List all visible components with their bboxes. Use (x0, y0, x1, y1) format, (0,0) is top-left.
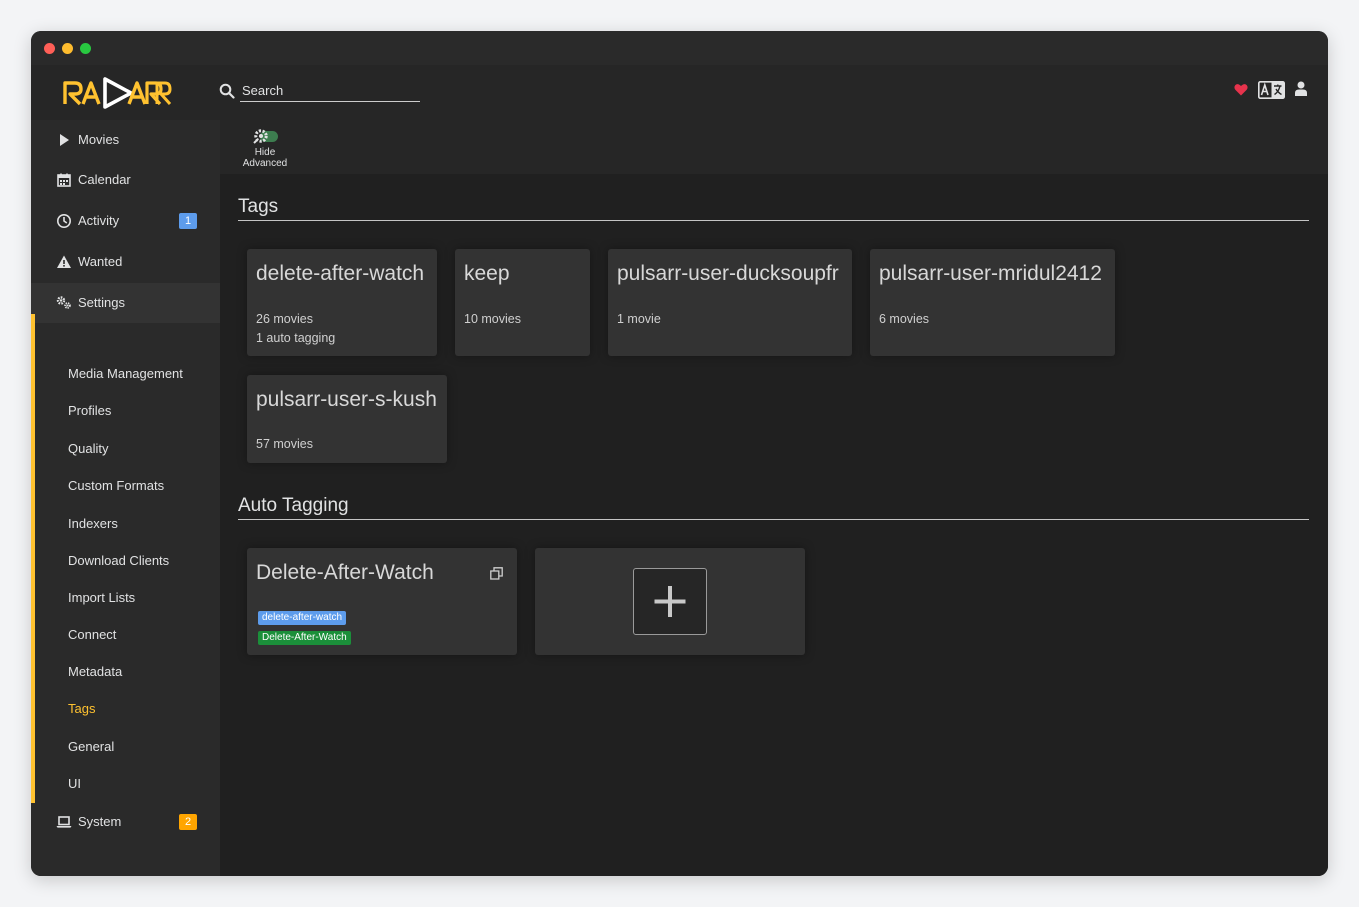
settings-active-indicator (31, 314, 35, 803)
sidebar-item-label: Settings (78, 295, 125, 310)
tag-name: pulsarr-user-mridul2412 (879, 262, 1102, 285)
tag-card-pulsarr-user-mridul2412[interactable]: pulsarr-user-mridul2412 6 movies (870, 249, 1115, 356)
tag-movie-count: 10 movies (464, 312, 521, 326)
tag-name: delete-after-watch (256, 262, 425, 285)
title-bar (31, 31, 1328, 65)
tag-movie-count: 57 movies (256, 437, 313, 451)
settings-item-quality[interactable]: Quality (68, 441, 108, 456)
sidebar-item-label: System (78, 814, 122, 829)
tags-section-title: Tags (238, 196, 279, 217)
tag-movie-count: 6 movies (879, 312, 930, 326)
tag-movie-count: 1 movie (617, 312, 661, 326)
hide-advanced-button[interactable]: Hide Advanced (232, 126, 298, 170)
translate-icon[interactable] (1258, 81, 1285, 99)
settings-item-import-lists[interactable]: Import Lists (68, 590, 135, 605)
page-content: Tags delete-after-watch 26 movies 1 auto… (220, 174, 1328, 876)
add-auto-tagging-button[interactable] (633, 568, 707, 635)
add-auto-tagging-card[interactable] (535, 548, 805, 655)
minimize-window-button[interactable] (62, 43, 73, 54)
tag-auto-tagging-count: 1 auto tagging (256, 331, 336, 345)
sidebar-item-label: Calendar (78, 172, 131, 187)
section-divider (238, 519, 1309, 520)
tag-card-keep[interactable]: keep 10 movies (455, 249, 590, 356)
auto-tagging-section-title: Auto Tagging (238, 495, 349, 516)
tag-label: delete-after-watch (258, 611, 347, 625)
close-window-button[interactable] (44, 43, 55, 54)
clock-icon (57, 214, 71, 228)
sidebar: Movies Calendar Activity 1 Wanted Settin… (31, 120, 220, 876)
sidebar-item-activity[interactable]: Activity 1 (31, 201, 220, 241)
tag-name: keep (464, 262, 510, 285)
settings-item-media-management[interactable]: Media Management (68, 366, 183, 381)
settings-item-custom-formats[interactable]: Custom Formats (68, 478, 164, 493)
warning-icon (57, 255, 71, 268)
queue-count-badge: 1 (179, 213, 197, 229)
sidebar-item-label: Activity (78, 213, 120, 228)
play-icon (60, 134, 69, 146)
tag-card-pulsarr-user-ducksoupfr[interactable]: pulsarr-user-ducksoupfr 1 movie (608, 249, 852, 356)
settings-item-connect[interactable]: Connect (68, 627, 116, 642)
sidebar-item-movies[interactable]: Movies (31, 120, 220, 160)
advanced-settings-toggle-icon (253, 129, 278, 144)
sidebar-item-settings[interactable]: Settings (31, 283, 220, 323)
specification-label: Delete-After-Watch (258, 631, 351, 645)
tag-card-pulsarr-user-s-kush[interactable]: pulsarr-user-s-kush 57 movies (247, 375, 447, 463)
cogs-icon (56, 296, 71, 309)
sidebar-item-calendar[interactable]: Calendar (31, 160, 220, 200)
laptop-icon (56, 816, 72, 828)
tag-card-delete-after-watch[interactable]: delete-after-watch 26 movies 1 auto tagg… (247, 249, 437, 356)
search-input[interactable] (240, 80, 420, 102)
plus-icon (654, 586, 686, 617)
page-header (31, 65, 1328, 120)
sidebar-item-label: Movies (78, 132, 120, 147)
auto-tagging-name: Delete-After-Watch (256, 561, 434, 584)
calendar-icon (57, 173, 71, 187)
radarr-logo[interactable] (61, 71, 173, 113)
settings-item-metadata[interactable]: Metadata (68, 664, 122, 679)
settings-item-ui[interactable]: UI (68, 776, 81, 791)
sidebar-item-wanted[interactable]: Wanted (31, 242, 220, 282)
tag-name: pulsarr-user-s-kush (256, 388, 437, 411)
settings-item-tags[interactable]: Tags (68, 701, 95, 716)
sidebar-item-label: Wanted (78, 254, 123, 269)
hide-advanced-label-line1: Hide (254, 147, 276, 158)
sidebar-item-system[interactable]: System 2 (31, 802, 220, 842)
system-health-badge: 2 (179, 814, 197, 830)
user-icon[interactable] (1295, 81, 1307, 96)
maximize-window-button[interactable] (80, 43, 91, 54)
hide-advanced-label-line2: Advanced (242, 158, 288, 169)
tag-movie-count: 26 movies (256, 312, 313, 326)
settings-item-download-clients[interactable]: Download Clients (68, 553, 169, 568)
settings-item-profiles[interactable]: Profiles (68, 403, 111, 418)
app-window: Movies Calendar Activity 1 (31, 31, 1328, 876)
settings-item-indexers[interactable]: Indexers (68, 516, 118, 531)
settings-item-general[interactable]: General (68, 739, 114, 754)
section-divider (238, 220, 1309, 221)
auto-tagging-card-delete-after-watch[interactable]: Delete-After-Watch delete-after-watch De… (247, 548, 517, 655)
tag-name: pulsarr-user-ducksoupfr (617, 262, 839, 285)
clone-icon[interactable] (490, 567, 503, 580)
page-toolbar: Hide Advanced (220, 120, 1328, 174)
search-icon (219, 83, 235, 99)
heart-icon[interactable] (1234, 83, 1248, 96)
